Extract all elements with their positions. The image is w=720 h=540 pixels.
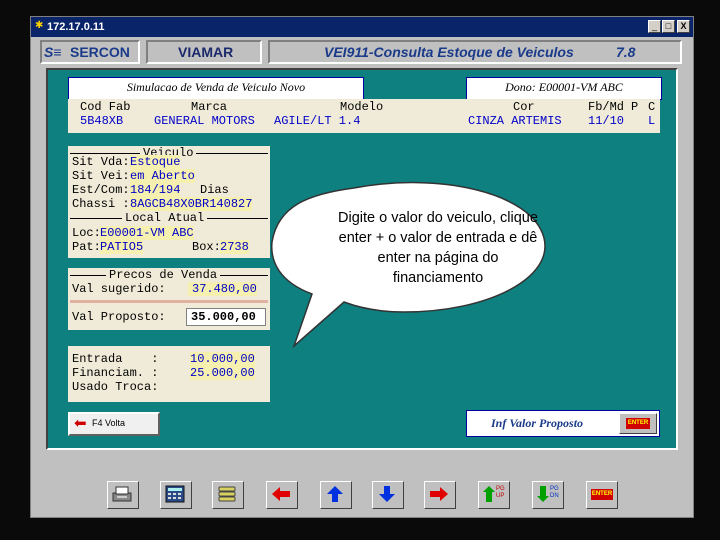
cell-cod-fab: 5B48XB — [80, 114, 124, 128]
callout-text: Digite o valor do veiculo, clique enter … — [338, 210, 538, 286]
brand-box: S≡ SERCON — [40, 40, 140, 64]
col-marca: Marca — [191, 100, 228, 114]
screen-title: VEI911-Consulta Estoque de Veiculos — [324, 44, 574, 60]
module-box: VIAMAR — [146, 40, 262, 64]
vehicle-table: Cod Fab Marca Modelo Cor Fb/Md P C 5B48X… — [68, 99, 660, 133]
col-cod-fab: Cod Fab — [80, 100, 131, 114]
down-button[interactable] — [372, 481, 404, 509]
toolbar-enter-button[interactable]: ENTER — [586, 481, 618, 509]
volta-button[interactable]: ⬅ F4 Volta — [68, 412, 160, 436]
col-p: P — [631, 100, 639, 114]
col-cor: Cor — [513, 100, 535, 114]
pat-value: PATIO5 — [100, 240, 144, 254]
cell-modelo: AGILE/LT 1.4 — [274, 114, 361, 128]
entrada-label: Entrada : — [72, 352, 159, 366]
calculator-button[interactable] — [160, 481, 192, 509]
cell-cor: CINZA ARTEMIS — [468, 114, 562, 128]
screen-title-box: VEI911-Consulta Estoque de Veiculos 7.8 — [268, 40, 682, 64]
enter-icon: ENTER — [626, 418, 650, 429]
brand-label: SERCON — [70, 44, 130, 60]
calculator-icon — [165, 485, 185, 503]
up-button[interactable] — [320, 481, 352, 509]
app-icon: ✱ — [35, 20, 44, 31]
page-up-button[interactable]: PG UP — [478, 481, 510, 509]
arrow-down-icon — [379, 486, 395, 502]
toolbar-enter-icon: ENTER — [591, 489, 613, 500]
sercon-logo-icon: S≡ — [44, 44, 62, 60]
loc-value: E00001-VM ABC — [100, 226, 194, 240]
next-button[interactable] — [424, 481, 456, 509]
close-button[interactable]: X — [677, 20, 690, 33]
cell-fb-md: 11/10 — [588, 114, 625, 128]
est-com-value: 184/194 — [130, 183, 181, 197]
troca-label: Usado Troca: — [72, 380, 159, 394]
status-box: Inf Valor Proposto ENTER — [466, 410, 660, 437]
col-modelo: Modelo — [340, 100, 384, 114]
col-c: C — [648, 100, 656, 114]
financ-label: Financiam. : — [72, 366, 159, 380]
est-com-label: Est/Com: — [72, 183, 130, 197]
sit-vda-value: Estoque — [130, 155, 181, 169]
cell-marca: GENERAL MOTORS — [154, 114, 255, 128]
title-bar[interactable]: 172.17.0.11 — [31, 17, 693, 37]
window-title: 172.17.0.11 — [47, 21, 105, 33]
pgdn-label: PG DN — [550, 486, 559, 499]
pgup-label: PG UP — [496, 486, 505, 499]
pat-label: Pat: — [72, 240, 101, 254]
sit-vda-label: Sit Vda: — [72, 155, 130, 169]
proposto-label: Val Proposto: — [72, 310, 166, 324]
arrow-up-icon — [327, 486, 343, 502]
page-down-button[interactable]: PG DN — [532, 481, 564, 509]
maximize-button[interactable]: □ — [662, 20, 675, 33]
table-row[interactable]: 5B48XB GENERAL MOTORS AGILE/LT 1.4 CINZA… — [78, 114, 658, 129]
back-arrow-icon: ⬅ — [74, 415, 87, 432]
module-label: VIAMAR — [178, 44, 234, 60]
status-label: Inf Valor Proposto — [491, 416, 584, 430]
simulation-title: Simulacao de Venda de Veiculo Novo — [68, 77, 364, 100]
cell-c: L — [648, 114, 656, 128]
stack-icon — [218, 486, 236, 502]
loc-label: Loc: — [72, 226, 101, 240]
version-label: 7.8 — [616, 44, 636, 60]
owner-label: Dono: E00001-VM ABC — [466, 77, 662, 100]
arrow-right-icon — [430, 487, 448, 501]
sugerido-label: Val sugerido: — [72, 282, 166, 296]
minimize-button[interactable]: _ — [648, 20, 661, 33]
enter-button[interactable]: ENTER — [619, 413, 657, 434]
arrow-left-icon — [272, 487, 290, 501]
prev-button[interactable] — [266, 481, 298, 509]
sit-vei-value: em Aberto — [130, 169, 195, 183]
sit-vei-label: Sit Vei: — [72, 169, 130, 183]
records-button[interactable] — [212, 481, 244, 509]
volta-label: F4 Volta — [92, 418, 126, 428]
col-fb-md: Fb/Md — [588, 100, 625, 114]
printer-icon — [112, 486, 132, 502]
print-button[interactable] — [107, 481, 139, 509]
chassi-label: Chassi : — [72, 197, 130, 211]
